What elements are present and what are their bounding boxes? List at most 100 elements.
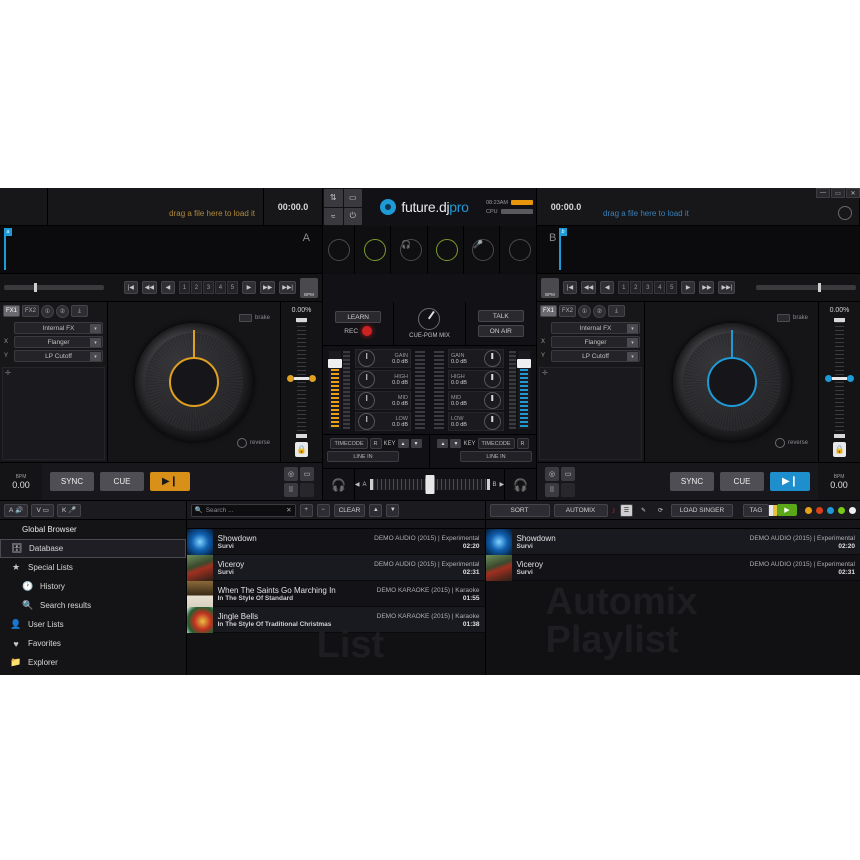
karaoke-filter-button[interactable]: K 🎤: [56, 503, 82, 517]
move-down-button[interactable]: ▼: [386, 503, 400, 517]
deck-b-hotcue-1[interactable]: 1: [618, 281, 630, 294]
deck-b-mid-cell[interactable]: MID 0.0 dB: [448, 391, 504, 410]
headphone-icon[interactable]: 🎧: [399, 239, 422, 261]
color-dot-red[interactable]: [816, 506, 823, 514]
crossfade-a-arrow[interactable]: ◀: [355, 481, 360, 488]
deck-b-gain-knob[interactable]: [483, 350, 501, 367]
pen-icon[interactable]: ✎: [637, 504, 650, 517]
deck-a-low-knob[interactable]: [358, 413, 376, 430]
clear-button[interactable]: CLEAR: [333, 503, 366, 517]
tag-button[interactable]: TAG: [743, 503, 769, 517]
deck-a-mid-cell[interactable]: MID 0.0 dB: [355, 391, 411, 410]
deck-a-loop-icon[interactable]: ◎: [284, 466, 298, 481]
brake-switch-icon[interactable]: [238, 314, 252, 322]
deck-b-timecode-button[interactable]: TIMECODE: [477, 438, 515, 449]
search-clear-icon[interactable]: ✕: [286, 506, 291, 514]
chevron-down-icon[interactable]: ▾: [90, 352, 101, 361]
deck-a-waveform[interactable]: a A: [0, 226, 322, 274]
audio-filter-button[interactable]: A 🔊: [4, 503, 29, 517]
deck-a-play-button[interactable]: ▶❙: [150, 472, 190, 491]
power-icon[interactable]: ⏻: [343, 207, 362, 225]
record-row[interactable]: REC: [344, 326, 373, 336]
deck-a-cue-button[interactable]: CUE: [100, 472, 144, 491]
move-up-button[interactable]: ▲: [369, 503, 383, 517]
deck-a-cue-marker[interactable]: a: [4, 228, 12, 270]
sidebar-item-favorites[interactable]: ♥ Favorites: [0, 634, 186, 653]
deck-b-pad-mode-buttons[interactable]: ◎ ▭ ⠿: [545, 466, 575, 497]
color-dot-blue[interactable]: [827, 506, 834, 514]
deck-b-fx2-tab[interactable]: FX2: [559, 305, 576, 317]
table-row[interactable]: Showdown DEMO AUDIO (2015) | Experimenta…: [485, 529, 860, 555]
add-track-button[interactable]: +: [299, 503, 313, 517]
deck-a-sampler-icon[interactable]: ▭: [300, 466, 314, 481]
deck-b-pitch-slider[interactable]: [825, 318, 854, 438]
deck-b-low-cell[interactable]: LOW 0.0 dB: [448, 412, 504, 431]
deck-a-pads-icon[interactable]: ⠿: [284, 482, 298, 497]
deck-a-volume-fader[interactable]: [328, 351, 343, 429]
mic-cell[interactable]: 🎤: [468, 226, 500, 274]
deck-b-loop-icon[interactable]: ◎: [545, 466, 559, 481]
sort-button[interactable]: SORT: [489, 503, 550, 517]
deck-b-bpm-tap-button[interactable]: BPM: [541, 277, 559, 298]
deck-b-gain-cell[interactable]: GAIN 0.0 dB: [448, 349, 504, 368]
deck-a-brake-control[interactable]: brake: [238, 314, 270, 322]
deck-a-line-in-button[interactable]: LINE IN: [327, 451, 399, 462]
track-list[interactable]: List Showdown DEMO AUDIO (2015) | Experi…: [186, 529, 485, 675]
deck-a-fx1-tab[interactable]: FX1: [3, 305, 20, 317]
tag-slider-handle-right[interactable]: [769, 504, 773, 516]
deck-a-hotcue-5[interactable]: 5: [226, 281, 238, 294]
deck-a-fx-load-icon[interactable]: ⤓: [71, 305, 88, 317]
table-row[interactable]: Jingle Bells DEMO KARAOKE (2015) | Karao…: [186, 607, 485, 633]
sidebar-item-explorer[interactable]: 📁 Explorer: [0, 653, 186, 672]
sidebar-item-history[interactable]: 🕐 History: [0, 577, 186, 596]
table-row[interactable]: Viceroy DEMO AUDIO (2015) | Experimental…: [186, 555, 485, 581]
tag-play-button[interactable]: ▶: [777, 504, 797, 516]
deck-b-hotcue-3[interactable]: 3: [642, 281, 654, 294]
deck-a-reverse-control[interactable]: reverse: [236, 438, 270, 448]
deck-a-fx2-tab[interactable]: FX2: [22, 305, 39, 317]
deck-a-pad-mode-buttons[interactable]: ◎ ▭ ⠿: [284, 466, 314, 497]
deck-b-fx-x-select[interactable]: Flanger ▾: [551, 336, 640, 348]
deck-b-position-slider[interactable]: [756, 283, 856, 292]
deck-b-play-button[interactable]: ▶❙: [770, 472, 810, 491]
sidebar-item-user-lists[interactable]: 👤 User Lists: [0, 615, 186, 634]
deck-b-pitch-handle[interactable]: [825, 375, 854, 383]
deck-b-fx-y-select[interactable]: LP Cutoff ▾: [551, 350, 640, 362]
deck-a-hotcue-3[interactable]: 3: [202, 281, 214, 294]
headphone-cell[interactable]: 🎧: [395, 226, 428, 274]
deck-a-fx-slot2-icon[interactable]: ②: [56, 305, 69, 318]
learn-button[interactable]: LEARN: [335, 311, 382, 323]
deck-a-fx-engine-select[interactable]: Internal FX ▾: [14, 322, 103, 334]
deck-b-key-down-button[interactable]: ▼: [450, 439, 462, 448]
deck-b-fx-tabs[interactable]: FX1 FX2 ① ② ⤓: [537, 302, 644, 321]
brake-switch-icon[interactable]: [776, 314, 790, 322]
deck-a-key-down-button[interactable]: ▼: [410, 439, 422, 448]
deck-b-fx1-tab[interactable]: FX1: [540, 305, 557, 317]
deck-b-low-knob[interactable]: [483, 413, 501, 430]
reverse-icon[interactable]: [236, 438, 247, 448]
deck-a-fx-y-select[interactable]: LP Cutoff ▾: [14, 350, 103, 362]
deck-b-fx-engine-select[interactable]: Internal FX ▾: [551, 322, 640, 334]
deck-a-hotcue-4[interactable]: 4: [214, 281, 226, 294]
deck-b-key-up-button[interactable]: ▲: [437, 439, 449, 448]
crossfader-slider[interactable]: [369, 475, 490, 494]
info-knob[interactable]: [508, 239, 531, 261]
deck-a-step-back-button[interactable]: ◀: [160, 281, 175, 294]
deck-a-bpm-tap-button[interactable]: BPM: [300, 277, 318, 298]
search-input[interactable]: 🔍 Search ... ✕: [190, 503, 296, 517]
table-row[interactable]: When The Saints Go Marching In DEMO KARA…: [186, 581, 485, 607]
deck-b-waveform[interactable]: B b: [537, 226, 860, 274]
deck-a-hotcue-2[interactable]: 2: [190, 281, 202, 294]
deck-b-volume-fader[interactable]: [516, 351, 531, 429]
deck-a-gain-cell[interactable]: GAIN 0.0 dB: [355, 349, 411, 368]
deck-a-jog-wheel[interactable]: [135, 323, 253, 441]
deck-b-headphone-cue-button[interactable]: 🎧: [504, 469, 536, 500]
remove-track-button[interactable]: −: [316, 503, 330, 517]
deck-a-jog-center[interactable]: [169, 357, 219, 407]
deck-a-pitch-handle[interactable]: [287, 375, 316, 383]
deck-a-key-up-button[interactable]: ▲: [397, 439, 409, 448]
deck-a-mid-knob[interactable]: [358, 392, 376, 409]
on-air-button[interactable]: ON AIR: [477, 325, 524, 337]
deck-b-high-knob[interactable]: [483, 371, 501, 388]
deck-b-fast-fwd-button[interactable]: ▶▶: [699, 281, 715, 294]
